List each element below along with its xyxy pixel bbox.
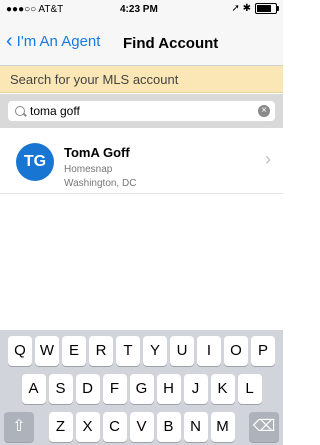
search-input[interactable] <box>30 103 250 119</box>
key[interactable]: I <box>197 336 221 366</box>
key[interactable]: T <box>116 336 140 366</box>
key[interactable]: H <box>156 374 181 404</box>
keyboard-row-2: A S D F G H J K L <box>0 374 283 404</box>
search-icon <box>15 106 25 116</box>
battery-icon <box>255 3 279 14</box>
key[interactable]: Z <box>48 412 73 442</box>
navigation-bar: ‹ I'm An Agent Find Account <box>0 20 283 66</box>
key[interactable]: P <box>251 336 275 366</box>
banner-text: Search for your MLS account <box>10 72 179 87</box>
clock: 4:23 PM <box>120 4 158 15</box>
key[interactable]: B <box>156 412 181 442</box>
back-label: I'm An Agent <box>16 32 101 50</box>
key[interactable]: J <box>183 374 208 404</box>
search-field-container[interactable]: × <box>8 101 275 121</box>
chevron-right-icon: › <box>265 149 271 169</box>
key[interactable]: Y <box>143 336 167 366</box>
list-item[interactable]: TG TomA Goff Homesnap Washington, DC › <box>0 129 283 194</box>
key[interactable]: F <box>102 374 127 404</box>
search-bar: × <box>0 94 283 128</box>
key[interactable]: X <box>75 412 100 442</box>
delete-key[interactable]: ⌫ <box>249 412 279 442</box>
key[interactable]: G <box>129 374 154 404</box>
key[interactable]: D <box>75 374 100 404</box>
key[interactable]: C <box>102 412 127 442</box>
location-bluetooth-icon: ➚ ✱ <box>231 3 251 14</box>
search-hint-banner: Search for your MLS account <box>0 66 283 93</box>
key[interactable]: A <box>21 374 46 404</box>
avatar: TG <box>16 143 54 181</box>
key[interactable]: N <box>183 412 208 442</box>
back-button[interactable]: ‹ I'm An Agent <box>6 30 101 52</box>
agent-company: Homesnap <box>64 164 113 175</box>
key[interactable]: K <box>210 374 235 404</box>
carrier: ●●●○○ AT&T <box>6 4 64 15</box>
keyboard-row-1: Q W E R T Y U I O P <box>0 336 283 366</box>
key[interactable]: E <box>62 336 86 366</box>
key[interactable]: L <box>237 374 262 404</box>
status-indicators: ➚ ✱ <box>231 3 279 14</box>
key[interactable]: S <box>48 374 73 404</box>
page-title: Find Account <box>123 35 219 52</box>
key[interactable]: Q <box>8 336 32 366</box>
keyboard: Q W E R T Y U I O P A S D F G H J K L ⇧ … <box>0 330 283 445</box>
clear-icon[interactable]: × <box>258 105 270 117</box>
status-bar: ●●●○○ AT&T 4:23 PM ➚ ✱ <box>0 0 283 20</box>
key[interactable]: O <box>224 336 248 366</box>
key[interactable]: U <box>170 336 194 366</box>
keyboard-row-3: Z X C V B N M <box>0 412 283 442</box>
key[interactable]: M <box>210 412 235 442</box>
agent-name: TomA Goff <box>64 145 130 160</box>
agent-location: Washington, DC <box>64 178 137 189</box>
key[interactable]: V <box>129 412 154 442</box>
key[interactable]: W <box>35 336 59 366</box>
key[interactable]: R <box>89 336 113 366</box>
chevron-left-icon: ‹ <box>6 30 13 52</box>
